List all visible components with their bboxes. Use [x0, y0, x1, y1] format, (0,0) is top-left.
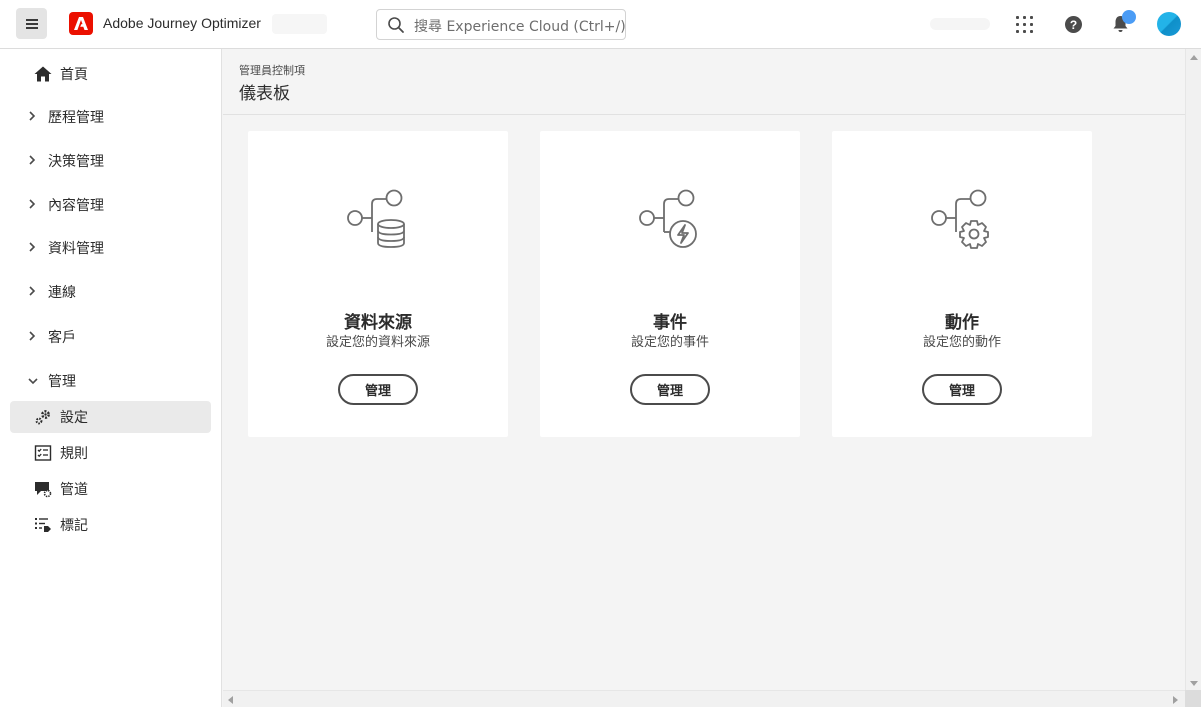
- card-description: 設定您的事件: [630, 335, 709, 350]
- sidebar-item-label: 客戶: [48, 330, 76, 346]
- sidebar-item-label: 決策管理: [48, 154, 104, 170]
- sidebar-item-label: 設定: [60, 410, 88, 426]
- page-header: 管理員控制項 儀表板: [223, 49, 1185, 115]
- sidebar-item-label: 內容管理: [48, 198, 104, 214]
- card-description: 設定您的資料來源: [325, 335, 430, 350]
- search-input[interactable]: 搜尋 Experience Cloud (Ctrl+/): [376, 9, 626, 40]
- breadcrumb[interactable]: 管理員控制項: [239, 62, 305, 78]
- page-title: 儀表板: [239, 84, 290, 104]
- action-icon: [931, 189, 989, 249]
- search-icon: [388, 17, 404, 33]
- menu-button[interactable]: [16, 8, 47, 39]
- checklist-icon: [34, 445, 52, 461]
- vertical-scrollbar[interactable]: [1185, 49, 1201, 690]
- gears-icon: [35, 410, 50, 425]
- chevron-right-icon: [10, 110, 36, 124]
- card-title: 動作: [945, 313, 979, 333]
- card-description: 設定您的動作: [922, 335, 1001, 350]
- scroll-down-arrow-icon[interactable]: [1190, 681, 1198, 686]
- sidebar-item-label: 規則: [60, 446, 88, 462]
- chevron-right-icon: [10, 330, 36, 344]
- faded-placeholder: [930, 18, 990, 30]
- adobe-a-icon: [74, 17, 88, 30]
- top-bar: Adobe Journey Optimizer 搜尋 Experience Cl…: [0, 0, 1201, 49]
- card-title: 事件: [653, 313, 687, 333]
- sidebar-item-administration[interactable]: 管理: [10, 365, 211, 397]
- notification-badge: [1122, 10, 1136, 24]
- chevron-down-icon: [10, 374, 38, 388]
- card-data-sources: 資料來源 設定您的資料來源 管理: [248, 131, 508, 437]
- chevron-right-icon: [10, 198, 36, 212]
- manage-actions-button[interactable]: 管理: [922, 374, 1002, 405]
- home-icon: [34, 66, 52, 82]
- help-icon[interactable]: ?: [1065, 16, 1082, 33]
- sidebar-item-connections[interactable]: 連線: [10, 276, 211, 308]
- scroll-right-arrow-icon[interactable]: [1173, 696, 1178, 704]
- hamburger-icon: [25, 22, 38, 25]
- sidebar-item-rules[interactable]: 規則: [10, 437, 211, 469]
- sidebar-item-label: 連線: [48, 285, 76, 301]
- sidebar-item-journey-management[interactable]: 歷程管理: [10, 101, 211, 133]
- sidebar-item-label: 歷程管理: [48, 110, 104, 126]
- adobe-logo[interactable]: [69, 12, 93, 35]
- scrollbar-corner: [1185, 690, 1201, 707]
- datasource-icon: [347, 189, 405, 248]
- sidebar-item-home[interactable]: 首頁: [10, 58, 211, 90]
- sidebar-item-label: 首頁: [60, 67, 88, 83]
- chevron-right-icon: [10, 285, 36, 299]
- sidebar-item-customers[interactable]: 客戶: [10, 321, 211, 353]
- event-icon: [639, 189, 697, 248]
- chevron-right-icon: [10, 241, 36, 255]
- org-switcher-placeholder[interactable]: [272, 14, 327, 34]
- card-events: 事件 設定您的事件 管理: [540, 131, 800, 437]
- avatar[interactable]: [1157, 12, 1181, 36]
- horizontal-scrollbar[interactable]: [223, 690, 1185, 707]
- sidebar-item-label: 管理: [48, 374, 76, 390]
- sidebar-item-label: 資料管理: [48, 241, 104, 257]
- card-title: 資料來源: [344, 313, 412, 333]
- apps-grid-icon[interactable]: [1016, 16, 1033, 33]
- sidebar-item-tags[interactable]: 標記: [10, 509, 211, 541]
- sidebar-item-label: 管道: [60, 482, 88, 498]
- app-title[interactable]: Adobe Journey Optimizer: [103, 15, 261, 31]
- manage-events-button[interactable]: 管理: [630, 374, 710, 405]
- sidebar-item-data-management[interactable]: 資料管理: [10, 232, 211, 264]
- sidebar-item-label: 標記: [60, 518, 88, 534]
- sidebar-item-decision-management[interactable]: 決策管理: [10, 145, 211, 177]
- tag-list-icon: [35, 518, 51, 532]
- channel-icon: [35, 482, 52, 498]
- sidebar-item-channels[interactable]: 管道: [10, 473, 211, 505]
- card-actions: 動作 設定您的動作 管理: [832, 131, 1092, 437]
- chevron-right-icon: [10, 154, 36, 168]
- scroll-left-arrow-icon[interactable]: [228, 696, 233, 704]
- scroll-up-arrow-icon[interactable]: [1190, 55, 1198, 60]
- sidebar-item-configurations[interactable]: 設定: [10, 401, 211, 433]
- search-placeholder: 搜尋 Experience Cloud (Ctrl+/): [414, 19, 626, 35]
- manage-data-sources-button[interactable]: 管理: [338, 374, 418, 405]
- sidebar-item-content-management[interactable]: 內容管理: [10, 189, 211, 221]
- sidebar: 首頁 歷程管理 決策管理 內容管理 資料管理 連線 客戶 管理 設定 規則 管道…: [0, 49, 222, 707]
